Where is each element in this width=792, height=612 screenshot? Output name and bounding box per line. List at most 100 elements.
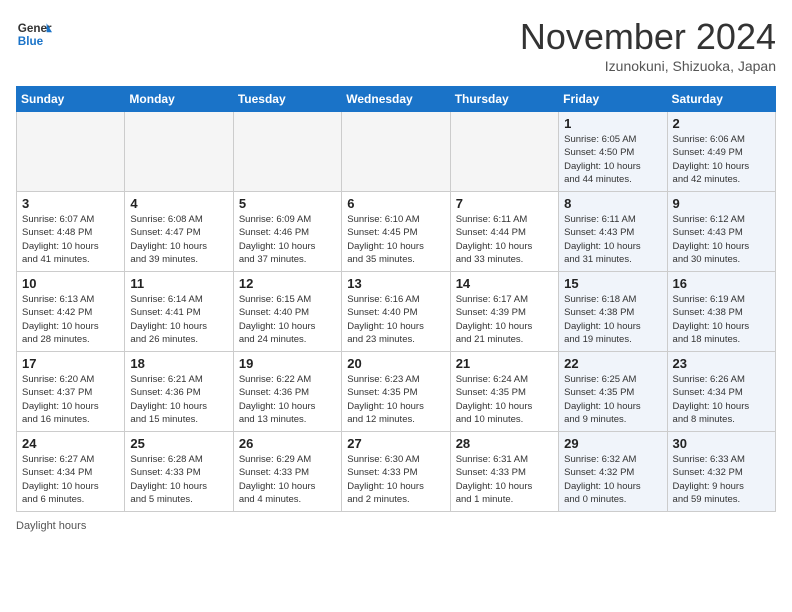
- calendar-cell: 26 Sunrise: 6:29 AM Sunset: 4:33 PM Dayli…: [233, 432, 341, 512]
- day-info: Sunrise: 6:26 AM Sunset: 4:34 PM Dayligh…: [673, 373, 770, 426]
- calendar-cell: 11 Sunrise: 6:14 AM Sunset: 4:41 PM Dayli…: [125, 272, 233, 352]
- day-number: 8: [564, 196, 661, 211]
- weekday-header-tuesday: Tuesday: [233, 87, 341, 112]
- day-info: Sunrise: 6:33 AM Sunset: 4:32 PM Dayligh…: [673, 453, 770, 506]
- day-number: 26: [239, 436, 336, 451]
- day-info: Sunrise: 6:27 AM Sunset: 4:34 PM Dayligh…: [22, 453, 119, 506]
- page-header: General Blue November 2024 Izunokuni, Sh…: [16, 16, 776, 74]
- calendar-cell: 13Sunrise: 6:16 AM Sunset: 4:40 PM Dayli…: [342, 272, 450, 352]
- calendar-cell: 16 Sunrise: 6:19 AM Sunset: 4:38 PM Dayli…: [667, 272, 775, 352]
- day-number: 1: [564, 116, 661, 131]
- day-info: Sunrise: 6:30 AM Sunset: 4:33 PM Dayligh…: [347, 453, 444, 506]
- calendar-cell: 10 Sunrise: 6:13 AM Sunset: 4:42 PM Dayli…: [17, 272, 125, 352]
- calendar-cell: 24 Sunrise: 6:27 AM Sunset: 4:34 PM Dayli…: [17, 432, 125, 512]
- day-info: Sunrise: 6:06 AM Sunset: 4:49 PM Dayligh…: [673, 133, 770, 186]
- day-info: Sunrise: 6:24 AM Sunset: 4:35 PM Dayligh…: [456, 373, 553, 426]
- title-block: November 2024 Izunokuni, Shizuoka, Japan: [520, 16, 776, 74]
- weekday-header-friday: Friday: [559, 87, 667, 112]
- day-info: Sunrise: 6:29 AM Sunset: 4:33 PM Dayligh…: [239, 453, 336, 506]
- day-info: Sunrise: 6:08 AM Sunset: 4:47 PM Dayligh…: [130, 213, 227, 266]
- day-info: Sunrise: 6:07 AM Sunset: 4:48 PM Dayligh…: [22, 213, 119, 266]
- svg-text:Blue: Blue: [18, 35, 44, 48]
- day-number: 10: [22, 276, 119, 291]
- calendar-cell: 5Sunrise: 6:09 AM Sunset: 4:46 PM Daylig…: [233, 192, 341, 272]
- day-number: 3: [22, 196, 119, 211]
- day-number: 4: [130, 196, 227, 211]
- day-number: 28: [456, 436, 553, 451]
- calendar-cell: [125, 112, 233, 192]
- calendar-cell: 27 Sunrise: 6:30 AM Sunset: 4:33 PM Dayli…: [342, 432, 450, 512]
- calendar-cell: [450, 112, 558, 192]
- day-info: Sunrise: 6:10 AM Sunset: 4:45 PM Dayligh…: [347, 213, 444, 266]
- day-number: 17: [22, 356, 119, 371]
- calendar-cell: 22 Sunrise: 6:25 AM Sunset: 4:35 PM Dayli…: [559, 352, 667, 432]
- day-info: Sunrise: 6:22 AM Sunset: 4:36 PM Dayligh…: [239, 373, 336, 426]
- day-info: Sunrise: 6:28 AM Sunset: 4:33 PM Dayligh…: [130, 453, 227, 506]
- day-number: 30: [673, 436, 770, 451]
- calendar-cell: 6 Sunrise: 6:10 AM Sunset: 4:45 PM Daylig…: [342, 192, 450, 272]
- day-number: 13: [347, 276, 444, 291]
- calendar-cell: 17 Sunrise: 6:20 AM Sunset: 4:37 PM Dayli…: [17, 352, 125, 432]
- day-number: 9: [673, 196, 770, 211]
- day-info: Sunrise: 6:15 AM Sunset: 4:40 PM Dayligh…: [239, 293, 336, 346]
- day-number: 11: [130, 276, 227, 291]
- day-number: 29: [564, 436, 661, 451]
- day-number: 27: [347, 436, 444, 451]
- calendar-cell: 4 Sunrise: 6:08 AM Sunset: 4:47 PM Daylig…: [125, 192, 233, 272]
- day-info: Sunrise: 6:32 AM Sunset: 4:32 PM Dayligh…: [564, 453, 661, 506]
- day-info: Sunrise: 6:12 AM Sunset: 4:43 PM Dayligh…: [673, 213, 770, 266]
- day-info: Sunrise: 6:11 AM Sunset: 4:43 PM Dayligh…: [564, 213, 661, 266]
- day-info: Sunrise: 6:19 AM Sunset: 4:38 PM Dayligh…: [673, 293, 770, 346]
- calendar-cell: 8 Sunrise: 6:11 AM Sunset: 4:43 PM Daylig…: [559, 192, 667, 272]
- weekday-header-sunday: Sunday: [17, 87, 125, 112]
- calendar-cell: 15 Sunrise: 6:18 AM Sunset: 4:38 PM Dayli…: [559, 272, 667, 352]
- calendar-cell: 29 Sunrise: 6:32 AM Sunset: 4:32 PM Dayli…: [559, 432, 667, 512]
- day-number: 14: [456, 276, 553, 291]
- day-info: Sunrise: 6:25 AM Sunset: 4:35 PM Dayligh…: [564, 373, 661, 426]
- day-number: 6: [347, 196, 444, 211]
- day-number: 24: [22, 436, 119, 451]
- day-number: 5: [239, 196, 336, 211]
- calendar-cell: [17, 112, 125, 192]
- day-number: 18: [130, 356, 227, 371]
- calendar-cell: 18 Sunrise: 6:21 AM Sunset: 4:36 PM Dayli…: [125, 352, 233, 432]
- day-number: 15: [564, 276, 661, 291]
- day-number: 12: [239, 276, 336, 291]
- calendar-cell: 2 Sunrise: 6:06 AM Sunset: 4:49 PM Daylig…: [667, 112, 775, 192]
- day-number: 2: [673, 116, 770, 131]
- weekday-header-saturday: Saturday: [667, 87, 775, 112]
- day-number: 25: [130, 436, 227, 451]
- weekday-header-monday: Monday: [125, 87, 233, 112]
- day-info: Sunrise: 6:11 AM Sunset: 4:44 PM Dayligh…: [456, 213, 553, 266]
- weekday-header-wednesday: Wednesday: [342, 87, 450, 112]
- day-info: Sunrise: 6:14 AM Sunset: 4:41 PM Dayligh…: [130, 293, 227, 346]
- calendar-cell: 28 Sunrise: 6:31 AM Sunset: 4:33 PM Dayli…: [450, 432, 558, 512]
- location: Izunokuni, Shizuoka, Japan: [520, 58, 776, 74]
- logo-icon: General Blue: [16, 16, 52, 52]
- calendar-cell: 21 Sunrise: 6:24 AM Sunset: 4:35 PM Dayli…: [450, 352, 558, 432]
- month-title: November 2024: [520, 16, 776, 58]
- day-number: 19: [239, 356, 336, 371]
- day-info: Sunrise: 6:18 AM Sunset: 4:38 PM Dayligh…: [564, 293, 661, 346]
- day-number: 7: [456, 196, 553, 211]
- day-info: Sunrise: 6:21 AM Sunset: 4:36 PM Dayligh…: [130, 373, 227, 426]
- calendar-cell: 23Sunrise: 6:26 AM Sunset: 4:34 PM Dayli…: [667, 352, 775, 432]
- day-info: Sunrise: 6:20 AM Sunset: 4:37 PM Dayligh…: [22, 373, 119, 426]
- calendar-cell: 20Sunrise: 6:23 AM Sunset: 4:35 PM Dayli…: [342, 352, 450, 432]
- day-info: Sunrise: 6:17 AM Sunset: 4:39 PM Dayligh…: [456, 293, 553, 346]
- calendar-cell: 30 Sunrise: 6:33 AM Sunset: 4:32 PM Dayli…: [667, 432, 775, 512]
- calendar-cell: [342, 112, 450, 192]
- day-number: 22: [564, 356, 661, 371]
- day-info: Sunrise: 6:31 AM Sunset: 4:33 PM Dayligh…: [456, 453, 553, 506]
- calendar-cell: 19 Sunrise: 6:22 AM Sunset: 4:36 PM Dayli…: [233, 352, 341, 432]
- day-info: Sunrise: 6:23 AM Sunset: 4:35 PM Dayligh…: [347, 373, 444, 426]
- calendar-cell: 3 Sunrise: 6:07 AM Sunset: 4:48 PM Daylig…: [17, 192, 125, 272]
- day-number: 16: [673, 276, 770, 291]
- day-info: Sunrise: 6:13 AM Sunset: 4:42 PM Dayligh…: [22, 293, 119, 346]
- day-info: Sunrise: 6:05 AM Sunset: 4:50 PM Dayligh…: [564, 133, 661, 186]
- calendar-cell: 1 Sunrise: 6:05 AM Sunset: 4:50 PM Daylig…: [559, 112, 667, 192]
- day-number: 21: [456, 356, 553, 371]
- calendar-cell: 12 Sunrise: 6:15 AM Sunset: 4:40 PM Dayli…: [233, 272, 341, 352]
- calendar-cell: 9 Sunrise: 6:12 AM Sunset: 4:43 PM Daylig…: [667, 192, 775, 272]
- calendar-table: SundayMondayTuesdayWednesdayThursdayFrid…: [16, 86, 776, 512]
